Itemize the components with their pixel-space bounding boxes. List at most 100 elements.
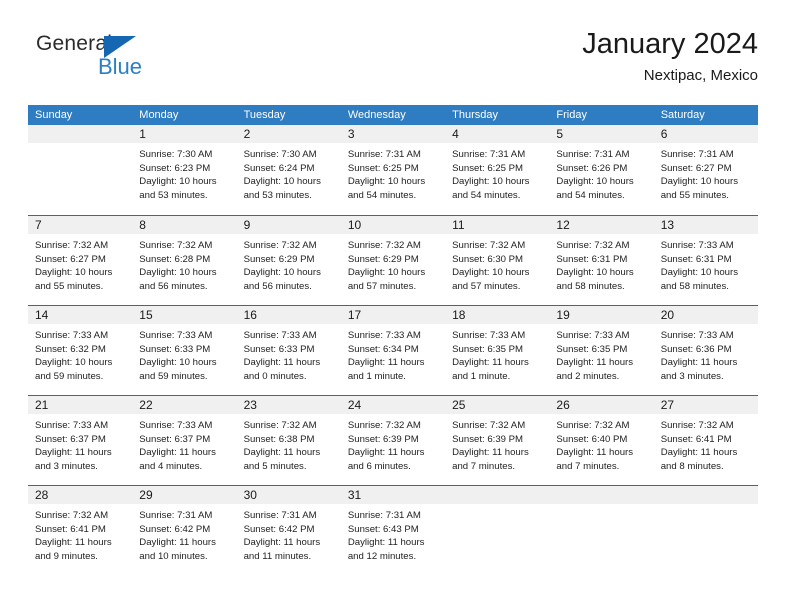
daylight-text: Daylight: 11 hours and 1 minute. bbox=[452, 357, 529, 382]
calendar-day-cell[interactable]: 20 Sunrise: 7:33 AM Sunset: 6:36 PM Dayligh… bbox=[653, 306, 758, 395]
calendar-day-cell[interactable]: 14 Sunrise: 7:33 AM Sunset: 6:32 PM Dayligh… bbox=[28, 306, 133, 395]
sunrise-text: Sunrise: 7:31 AM bbox=[243, 510, 317, 521]
day-number: 2 bbox=[243, 127, 251, 141]
day-number-band: 14 bbox=[28, 306, 133, 325]
day-sun-info: Sunrise: 7:33 AM Sunset: 6:34 PM Daylight:… bbox=[341, 325, 445, 383]
calendar-day-cell[interactable]: 4 Sunrise: 7:31 AM Sunset: 6:25 PM Daylight… bbox=[445, 125, 550, 215]
day-number: 11 bbox=[452, 218, 465, 232]
calendar-day-cell[interactable]: 17 Sunrise: 7:33 AM Sunset: 6:34 PM Dayligh… bbox=[340, 306, 446, 395]
day-number: 1 bbox=[139, 127, 146, 141]
sunrise-text: Sunrise: 7:32 AM bbox=[243, 240, 317, 251]
day-sun-info: Sunrise: 7:32 AM Sunset: 6:41 PM Daylight:… bbox=[28, 505, 132, 563]
general-blue-logo[interactable]: General Blue bbox=[36, 32, 216, 94]
page-header: General Blue January 2024 Nextipac, Mexi… bbox=[28, 26, 758, 96]
sunrise-text: Sunrise: 7:32 AM bbox=[35, 510, 109, 521]
daylight-text: Daylight: 10 hours and 59 minutes. bbox=[35, 357, 113, 382]
calendar-day-cell[interactable]: 21 Sunrise: 7:33 AM Sunset: 6:37 PM Dayligh… bbox=[28, 396, 133, 485]
sunrise-text: Sunrise: 7:32 AM bbox=[660, 420, 734, 431]
weekday-header-thursday: Thursday bbox=[452, 109, 498, 121]
day-sun-info: Sunrise: 7:31 AM Sunset: 6:25 PM Daylight:… bbox=[341, 144, 445, 202]
sunrise-text: Sunrise: 7:32 AM bbox=[556, 240, 630, 251]
day-number: 28 bbox=[35, 488, 49, 502]
calendar-day-cell[interactable]: 3 Sunrise: 7:31 AM Sunset: 6:25 PM Daylight… bbox=[340, 125, 446, 215]
day-sun-info: Sunrise: 7:30 AM Sunset: 6:23 PM Daylight:… bbox=[132, 144, 236, 202]
day-sun-info: Sunrise: 7:31 AM Sunset: 6:42 PM Daylight:… bbox=[132, 505, 236, 563]
calendar-day-cell[interactable]: 2 Sunrise: 7:30 AM Sunset: 6:24 PM Daylight… bbox=[236, 125, 341, 215]
calendar-day-cell[interactable]: 10 Sunrise: 7:32 AM Sunset: 6:29 PM Dayligh… bbox=[340, 216, 446, 305]
sunset-text: Sunset: 6:39 PM bbox=[347, 433, 419, 445]
day-number-band: 19 bbox=[549, 306, 654, 325]
calendar-day-cell[interactable]: 25 Sunrise: 7:32 AM Sunset: 6:39 PM Dayligh… bbox=[445, 396, 550, 485]
calendar-day-cell[interactable]: 7 Sunrise: 7:32 AM Sunset: 6:27 PM Daylight… bbox=[28, 216, 133, 305]
calendar-day-cell[interactable]: 8 Sunrise: 7:32 AM Sunset: 6:28 PM Daylight… bbox=[132, 216, 237, 305]
sunrise-text: Sunrise: 7:31 AM bbox=[139, 510, 213, 521]
calendar-day-cell[interactable]: 24 Sunrise: 7:32 AM Sunset: 6:39 PM Dayligh… bbox=[340, 396, 446, 485]
sunset-text: Sunset: 6:29 PM bbox=[347, 253, 419, 265]
sunset-text: Sunset: 6:31 PM bbox=[660, 253, 732, 265]
title-block: January 2024 Nextipac, Mexico bbox=[582, 26, 758, 87]
day-sun-info: Sunrise: 7:31 AM Sunset: 6:25 PM Daylight:… bbox=[445, 144, 549, 202]
day-sun-info: Sunrise: 7:30 AM Sunset: 6:24 PM Daylight:… bbox=[237, 144, 341, 202]
sunrise-text: Sunrise: 7:31 AM bbox=[660, 149, 734, 160]
daylight-text: Daylight: 10 hours and 56 minutes. bbox=[243, 267, 321, 292]
daylight-text: Daylight: 10 hours and 58 minutes. bbox=[556, 267, 634, 292]
calendar-day-cell[interactable]: 13 Sunrise: 7:33 AM Sunset: 6:31 PM Dayligh… bbox=[653, 216, 758, 305]
sunset-text: Sunset: 6:33 PM bbox=[243, 343, 315, 355]
calendar-day-cell[interactable]: 28 Sunrise: 7:32 AM Sunset: 6:41 PM Dayligh… bbox=[28, 486, 133, 575]
calendar-day-cell[interactable]: 31 Sunrise: 7:31 AM Sunset: 6:43 PM Dayligh… bbox=[340, 486, 446, 575]
sunset-text: Sunset: 6:33 PM bbox=[139, 343, 211, 355]
day-sun-info: Sunrise: 7:32 AM Sunset: 6:39 PM Daylight:… bbox=[445, 415, 549, 473]
daylight-text: Daylight: 10 hours and 56 minutes. bbox=[139, 267, 217, 292]
day-number: 7 bbox=[35, 218, 42, 232]
day-sun-info: Sunrise: 7:32 AM Sunset: 6:38 PM Daylight:… bbox=[237, 415, 341, 473]
calendar-weeks: 1 Sunrise: 7:30 AM Sunset: 6:23 PM Daylight… bbox=[28, 125, 758, 575]
sunset-text: Sunset: 6:26 PM bbox=[556, 162, 628, 174]
day-number: 21 bbox=[35, 398, 49, 412]
day-number-band: 30 bbox=[236, 486, 341, 505]
daylight-text: Daylight: 11 hours and 7 minutes. bbox=[452, 447, 529, 472]
calendar-week-row: 7 Sunrise: 7:32 AM Sunset: 6:27 PM Daylight… bbox=[28, 215, 758, 305]
day-number-band: 18 bbox=[445, 306, 550, 325]
daylight-text: Daylight: 11 hours and 2 minutes. bbox=[556, 357, 634, 382]
day-number-band: 21 bbox=[28, 396, 133, 415]
calendar-day-cell[interactable]: 29 Sunrise: 7:31 AM Sunset: 6:42 PM Dayligh… bbox=[132, 486, 237, 575]
weekday-header-monday: Monday bbox=[139, 109, 179, 121]
calendar-day-cell[interactable]: 12 Sunrise: 7:32 AM Sunset: 6:31 PM Dayligh… bbox=[549, 216, 654, 305]
page-title: January 2024 bbox=[582, 28, 758, 60]
calendar-day-cell[interactable]: 22 Sunrise: 7:33 AM Sunset: 6:37 PM Dayligh… bbox=[132, 396, 237, 485]
calendar-day-cell[interactable]: 1 Sunrise: 7:30 AM Sunset: 6:23 PM Daylight… bbox=[132, 125, 237, 215]
calendar-day-cell[interactable]: 11 Sunrise: 7:32 AM Sunset: 6:30 PM Dayligh… bbox=[445, 216, 550, 305]
sunset-text: Sunset: 6:23 PM bbox=[139, 162, 211, 174]
calendar-day-cell[interactable]: 15 Sunrise: 7:33 AM Sunset: 6:33 PM Dayligh… bbox=[132, 306, 237, 395]
day-sun-info: Sunrise: 7:32 AM Sunset: 6:28 PM Daylight:… bbox=[132, 235, 236, 293]
day-number-band: 5 bbox=[549, 125, 654, 144]
daylight-text: Daylight: 10 hours and 58 minutes. bbox=[660, 267, 739, 292]
calendar-day-cell[interactable]: 19 Sunrise: 7:33 AM Sunset: 6:35 PM Dayligh… bbox=[549, 306, 654, 395]
daylight-text: Daylight: 10 hours and 55 minutes. bbox=[35, 267, 113, 292]
calendar-day-cell[interactable]: 9 Sunrise: 7:32 AM Sunset: 6:29 PM Daylight… bbox=[236, 216, 341, 305]
day-number: 25 bbox=[452, 398, 466, 412]
sunset-text: Sunset: 6:24 PM bbox=[243, 162, 315, 174]
day-number-band: 4 bbox=[445, 125, 550, 144]
calendar-day-cell[interactable]: 26 Sunrise: 7:32 AM Sunset: 6:40 PM Dayligh… bbox=[549, 396, 654, 485]
sunset-text: Sunset: 6:27 PM bbox=[660, 162, 732, 174]
day-number-band: 9 bbox=[236, 216, 341, 235]
day-number-band: 13 bbox=[653, 216, 758, 235]
logo-secondary-text: Blue bbox=[98, 54, 143, 79]
calendar-day-cell[interactable]: 30 Sunrise: 7:31 AM Sunset: 6:42 PM Dayligh… bbox=[236, 486, 341, 575]
sunrise-text: Sunrise: 7:32 AM bbox=[347, 420, 421, 431]
weekday-header-saturday: Saturday bbox=[660, 109, 705, 121]
calendar-day-cell[interactable]: 27 Sunrise: 7:32 AM Sunset: 6:41 PM Dayligh… bbox=[653, 396, 758, 485]
sunrise-text: Sunrise: 7:33 AM bbox=[139, 330, 213, 341]
calendar-day-cell[interactable]: 23 Sunrise: 7:32 AM Sunset: 6:38 PM Dayligh… bbox=[236, 396, 341, 485]
daylight-text: Daylight: 10 hours and 54 minutes. bbox=[347, 176, 426, 201]
sunrise-text: Sunrise: 7:33 AM bbox=[35, 420, 109, 431]
calendar-day-cell[interactable]: 16 Sunrise: 7:33 AM Sunset: 6:33 PM Dayligh… bbox=[236, 306, 341, 395]
calendar-day-cell[interactable]: 18 Sunrise: 7:33 AM Sunset: 6:35 PM Dayligh… bbox=[445, 306, 550, 395]
daylight-text: Daylight: 11 hours and 11 minutes. bbox=[243, 537, 321, 562]
calendar-day-cell[interactable]: 6 Sunrise: 7:31 AM Sunset: 6:27 PM Daylight… bbox=[653, 125, 758, 215]
day-sun-info: Sunrise: 7:32 AM Sunset: 6:30 PM Daylight:… bbox=[445, 235, 549, 293]
day-number-band bbox=[653, 486, 758, 505]
calendar-day-cell[interactable]: 5 Sunrise: 7:31 AM Sunset: 6:26 PM Daylight… bbox=[549, 125, 654, 215]
day-number: 15 bbox=[139, 308, 153, 322]
